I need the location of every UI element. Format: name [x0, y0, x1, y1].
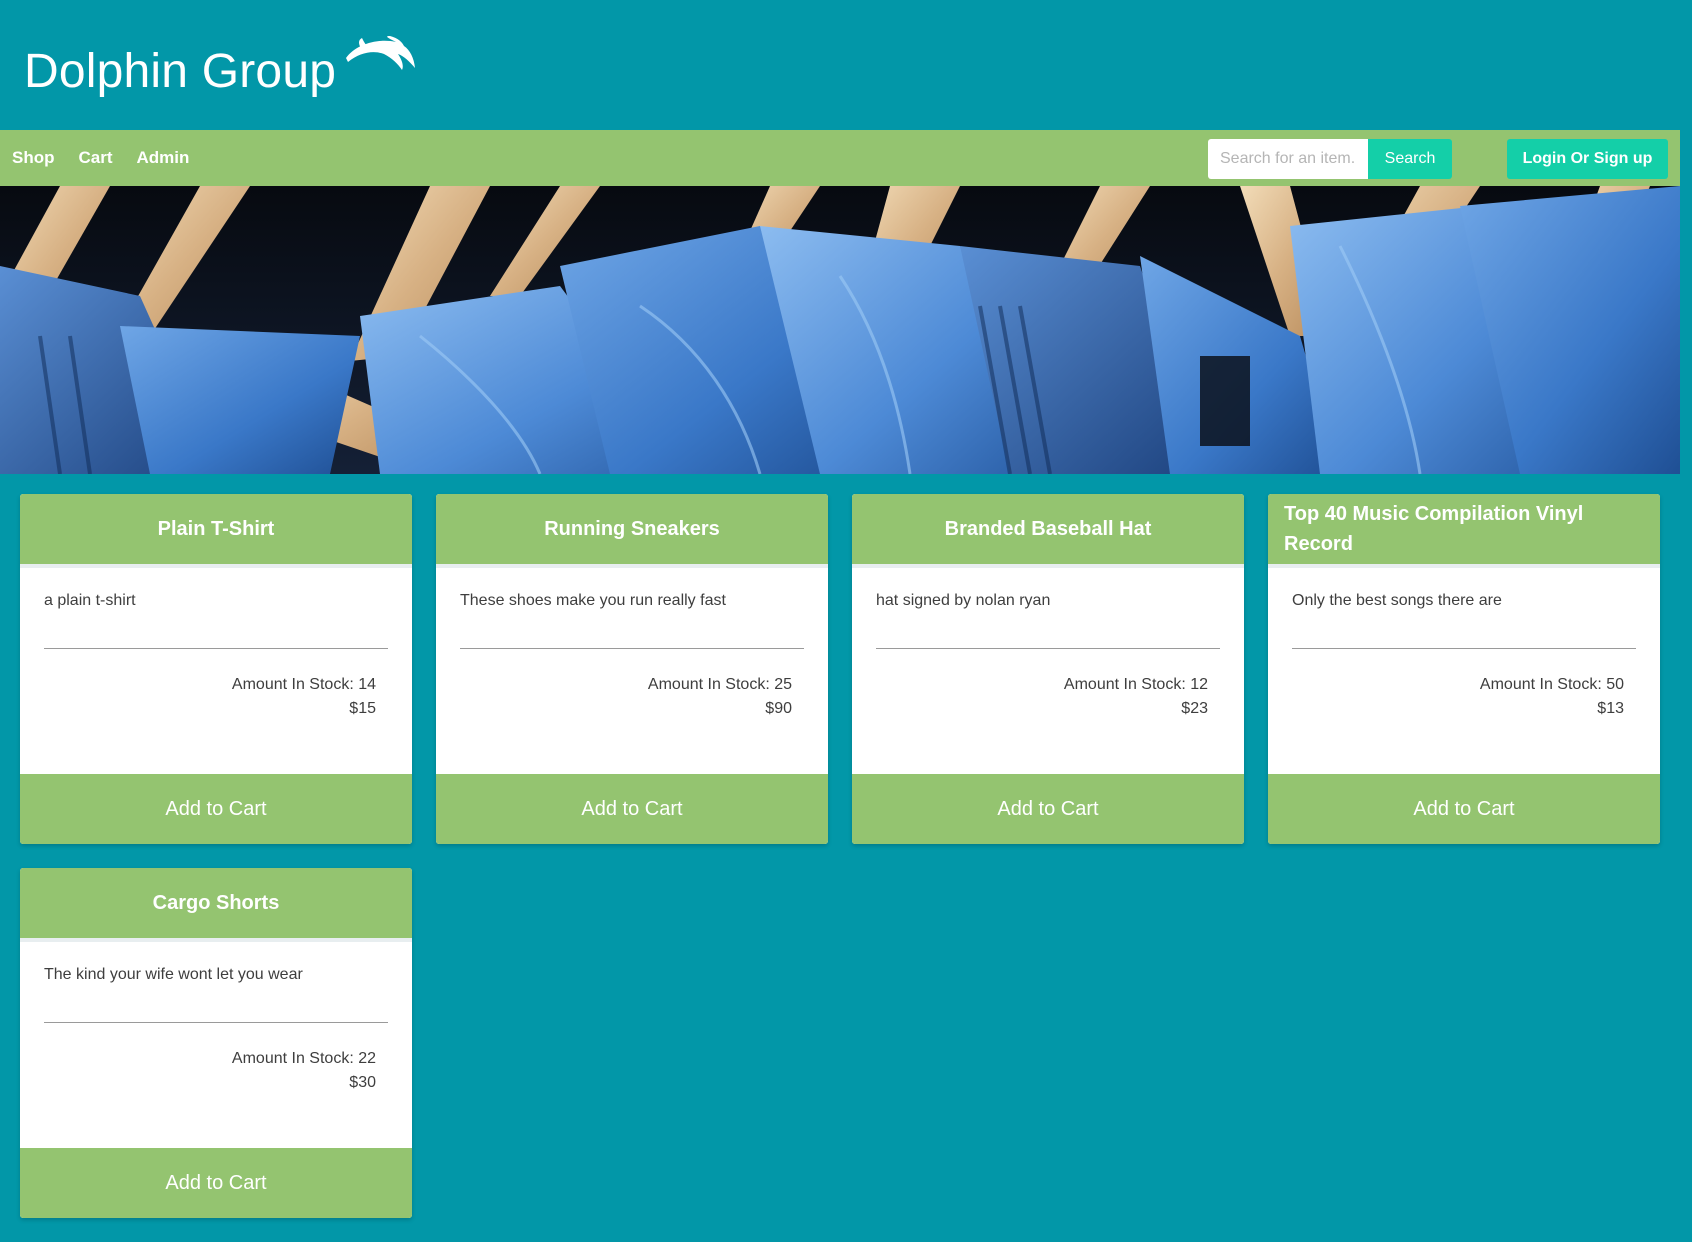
- product-price: $13: [1597, 700, 1624, 717]
- hero-banner: [0, 186, 1680, 474]
- product-card: Running Sneakers These shoes make you ru…: [436, 494, 828, 844]
- product-price: $90: [765, 700, 792, 717]
- product-stock: Amount In Stock: 25: [647, 676, 792, 693]
- hero-shirts-image: [0, 186, 1680, 474]
- nav-link-cart[interactable]: Cart: [79, 148, 113, 168]
- product-stock: Amount In Stock: 14: [231, 676, 376, 693]
- product-stock: Amount In Stock: 50: [1479, 676, 1624, 693]
- search-form: Search: [1208, 139, 1452, 179]
- product-meta: Amount In Stock: 12 $23: [876, 673, 1220, 721]
- dolphin-icon: [346, 36, 416, 70]
- login-signup-button[interactable]: Login Or Sign up: [1507, 139, 1668, 179]
- product-description: a plain t-shirt: [44, 592, 136, 609]
- product-meta: Amount In Stock: 50 $13: [1292, 673, 1636, 721]
- product-body: These shoes make you run really fast Amo…: [436, 568, 828, 770]
- brand-link[interactable]: Dolphin Group: [24, 36, 416, 106]
- product-title: Cargo Shorts: [20, 868, 412, 942]
- product-meta: Amount In Stock: 22 $30: [44, 1047, 388, 1095]
- product-divider: [460, 648, 804, 649]
- product-price: $30: [349, 1074, 376, 1091]
- product-price: $23: [1181, 700, 1208, 717]
- product-stock: Amount In Stock: 12: [1063, 676, 1208, 693]
- brand-name: Dolphin Group: [24, 45, 337, 98]
- product-body: a plain t-shirt Amount In Stock: 14 $15: [20, 568, 412, 770]
- add-to-cart-button[interactable]: Add to Cart: [20, 774, 412, 844]
- add-to-cart-button[interactable]: Add to Cart: [20, 1148, 412, 1218]
- product-card: Top 40 Music Compilation Vinyl Record On…: [1268, 494, 1660, 844]
- product-meta: Amount In Stock: 25 $90: [460, 673, 804, 721]
- product-divider: [44, 1022, 388, 1023]
- product-meta: Amount In Stock: 14 $15: [44, 673, 388, 721]
- product-card: Plain T-Shirt a plain t-shirt Amount In …: [20, 494, 412, 844]
- product-description: hat signed by nolan ryan: [876, 592, 1051, 609]
- product-divider: [44, 648, 388, 649]
- product-body: The kind your wife wont let you wear Amo…: [20, 942, 412, 1144]
- product-divider: [1292, 648, 1636, 649]
- site-header: Dolphin Group: [0, 0, 1680, 130]
- product-title: Running Sneakers: [436, 494, 828, 568]
- product-stock: Amount In Stock: 22: [231, 1050, 376, 1067]
- product-description: These shoes make you run really fast: [460, 592, 726, 609]
- product-description: The kind your wife wont let you wear: [44, 966, 303, 983]
- product-title: Top 40 Music Compilation Vinyl Record: [1268, 494, 1660, 568]
- product-title: Plain T-Shirt: [20, 494, 412, 568]
- search-button[interactable]: Search: [1368, 139, 1452, 179]
- product-card: Cargo Shorts The kind your wife wont let…: [20, 868, 412, 1218]
- add-to-cart-button[interactable]: Add to Cart: [1268, 774, 1660, 844]
- nav-link-admin[interactable]: Admin: [137, 148, 190, 168]
- product-divider: [876, 648, 1220, 649]
- add-to-cart-button[interactable]: Add to Cart: [436, 774, 828, 844]
- product-card: Branded Baseball Hat hat signed by nolan…: [852, 494, 1244, 844]
- nav-link-shop[interactable]: Shop: [12, 148, 55, 168]
- product-body: hat signed by nolan ryan Amount In Stock…: [852, 568, 1244, 770]
- search-input[interactable]: [1208, 139, 1368, 179]
- product-title: Branded Baseball Hat: [852, 494, 1244, 568]
- nav-links: Shop Cart Admin: [12, 130, 213, 186]
- product-body: Only the best songs there are Amount In …: [1268, 568, 1660, 770]
- add-to-cart-button[interactable]: Add to Cart: [852, 774, 1244, 844]
- product-description: Only the best songs there are: [1292, 592, 1502, 609]
- product-price: $15: [349, 700, 376, 717]
